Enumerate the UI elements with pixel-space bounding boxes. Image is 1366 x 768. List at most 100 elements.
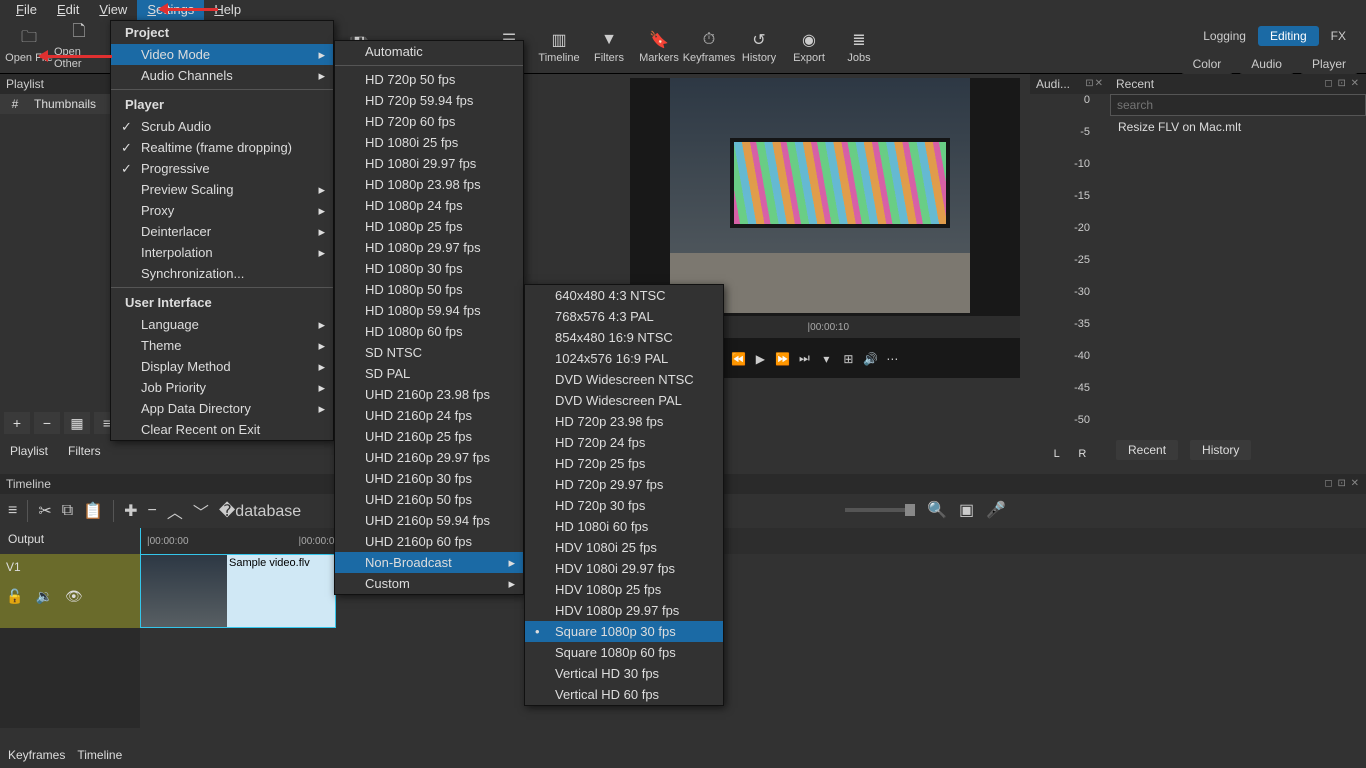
- non-broadcast-option[interactable]: 854x480 16:9 NTSC: [525, 327, 723, 348]
- video-mode-option[interactable]: HD 1080p 30 fps: [335, 258, 523, 279]
- non-broadcast-option[interactable]: HDV 1080p 29.97 fps: [525, 600, 723, 621]
- recent-item[interactable]: Resize FLV on Mac.mlt: [1110, 116, 1366, 138]
- tab-filters[interactable]: Filters: [62, 442, 107, 460]
- jobs-button[interactable]: ≣Jobs: [834, 30, 884, 64]
- zoom-slider[interactable]: [845, 508, 915, 512]
- tab-playlist[interactable]: Playlist: [4, 442, 54, 460]
- tab-fx[interactable]: FX: [1319, 26, 1358, 46]
- video-mode-option[interactable]: SD PAL: [335, 363, 523, 384]
- non-broadcast-option[interactable]: DVD Widescreen NTSC: [525, 369, 723, 390]
- menu-video-mode[interactable]: Video Mode▸: [111, 44, 333, 65]
- menu-progressive[interactable]: ✓Progressive: [111, 158, 333, 179]
- menu-synchronization[interactable]: Synchronization...: [111, 263, 333, 284]
- non-broadcast-option[interactable]: 640x480 4:3 NTSC: [525, 285, 723, 306]
- zoom-menu-icon[interactable]: ▾: [819, 352, 833, 366]
- menu-language[interactable]: Language▸: [111, 314, 333, 335]
- video-mode-option[interactable]: UHD 2160p 30 fps: [335, 468, 523, 489]
- overwrite-icon[interactable]: ﹀: [193, 499, 209, 523]
- non-broadcast-option[interactable]: HD 720p 24 fps: [525, 432, 723, 453]
- tab-audio[interactable]: Audio: [1239, 54, 1294, 74]
- menu-scrub-audio[interactable]: ✓Scrub Audio: [111, 116, 333, 137]
- preview-video[interactable]: [670, 78, 970, 313]
- tab-history[interactable]: History: [1190, 440, 1251, 460]
- hide-icon[interactable]: 👁: [65, 588, 83, 605]
- menu-job-priority[interactable]: Job Priority▸: [111, 377, 333, 398]
- non-broadcast-option[interactable]: Vertical HD 60 fps: [525, 684, 723, 705]
- output-track-header[interactable]: Output: [0, 528, 140, 554]
- playlist-remove-button[interactable]: −: [34, 412, 60, 434]
- video-mode-option[interactable]: Custom▸: [335, 573, 523, 594]
- non-broadcast-option[interactable]: HD 720p 30 fps: [525, 495, 723, 516]
- timeline-tracks[interactable]: |00:00:00 |00:00:0 Sample video.flv: [140, 528, 1366, 728]
- non-broadcast-option[interactable]: 768x576 4:3 PAL: [525, 306, 723, 327]
- tab-recent[interactable]: Recent: [1116, 440, 1178, 460]
- menu-audio-channels[interactable]: Audio Channels▸: [111, 65, 333, 86]
- grid-icon[interactable]: ⊞: [841, 352, 855, 366]
- rewind-icon[interactable]: ⏪: [731, 352, 745, 366]
- video-mode-option[interactable]: HD 1080p 60 fps: [335, 321, 523, 342]
- tab-color[interactable]: Color: [1181, 54, 1234, 74]
- zoom-in-icon[interactable]: 🔍: [927, 500, 947, 520]
- lock-icon[interactable]: 🔓: [6, 588, 23, 605]
- timeline-clip[interactable]: Sample video.flv: [140, 554, 336, 628]
- non-broadcast-option[interactable]: HD 720p 23.98 fps: [525, 411, 723, 432]
- skip-end-icon[interactable]: ⏭: [797, 351, 811, 366]
- mute-icon[interactable]: 🔉: [35, 588, 52, 605]
- tab-keyframes[interactable]: Keyframes: [8, 748, 65, 762]
- video-mode-option[interactable]: UHD 2160p 50 fps: [335, 489, 523, 510]
- append-icon[interactable]: ✚: [124, 501, 137, 521]
- non-broadcast-option[interactable]: •Square 1080p 30 fps: [525, 621, 723, 642]
- menu-deinterlacer[interactable]: Deinterlacer▸: [111, 221, 333, 242]
- non-broadcast-option[interactable]: HDV 1080i 25 fps: [525, 537, 723, 558]
- non-broadcast-option[interactable]: HD 720p 29.97 fps: [525, 474, 723, 495]
- split-icon[interactable]: �database: [219, 501, 301, 521]
- video-mode-option[interactable]: UHD 2160p 59.94 fps: [335, 510, 523, 531]
- filters-button[interactable]: ▼Filters: [584, 30, 634, 64]
- video-mode-option[interactable]: HD 720p 60 fps: [335, 111, 523, 132]
- timeline-button[interactable]: ▥Timeline: [534, 30, 584, 64]
- paste-icon[interactable]: 📋: [83, 501, 103, 521]
- menu-proxy[interactable]: Proxy▸: [111, 200, 333, 221]
- non-broadcast-option[interactable]: HDV 1080p 25 fps: [525, 579, 723, 600]
- video-mode-option[interactable]: HD 1080i 25 fps: [335, 132, 523, 153]
- video-mode-option[interactable]: UHD 2160p 23.98 fps: [335, 384, 523, 405]
- menu-app-data[interactable]: App Data Directory▸: [111, 398, 333, 419]
- copy-icon[interactable]: ⧉: [62, 502, 73, 520]
- markers-button[interactable]: 🔖Markers: [634, 30, 684, 64]
- video-mode-option[interactable]: UHD 2160p 29.97 fps: [335, 447, 523, 468]
- menu-interpolation[interactable]: Interpolation▸: [111, 242, 333, 263]
- video-mode-option[interactable]: HD 1080p 23.98 fps: [335, 174, 523, 195]
- export-button[interactable]: ◉Export: [784, 30, 834, 64]
- zoom-fit-icon[interactable]: ▣: [959, 500, 974, 520]
- video-mode-option[interactable]: UHD 2160p 24 fps: [335, 405, 523, 426]
- video-mode-option[interactable]: HD 1080p 29.97 fps: [335, 237, 523, 258]
- non-broadcast-option[interactable]: Vertical HD 30 fps: [525, 663, 723, 684]
- remove-icon[interactable]: −: [148, 502, 157, 520]
- playlist-add-button[interactable]: +: [4, 412, 30, 434]
- menu-realtime[interactable]: ✓Realtime (frame dropping): [111, 137, 333, 158]
- video-mode-option[interactable]: HD 720p 50 fps: [335, 69, 523, 90]
- menu-file[interactable]: File: [6, 0, 47, 20]
- video-mode-option[interactable]: SD NTSC: [335, 342, 523, 363]
- recent-search-input[interactable]: [1110, 94, 1366, 116]
- hamburger-icon[interactable]: ≡: [8, 502, 17, 520]
- forward-icon[interactable]: ⏩: [775, 352, 789, 366]
- open-other-button[interactable]: 🗋Open Other: [54, 24, 104, 70]
- tab-logging[interactable]: Logging: [1191, 26, 1258, 46]
- video-mode-option[interactable]: HD 1080i 29.97 fps: [335, 153, 523, 174]
- track-v1-header[interactable]: V1 🔓 🔉 👁: [0, 554, 140, 628]
- video-mode-option[interactable]: HD 1080p 50 fps: [335, 279, 523, 300]
- video-mode-option[interactable]: HD 1080p 59.94 fps: [335, 300, 523, 321]
- video-mode-option[interactable]: Automatic: [335, 41, 523, 62]
- play-icon[interactable]: ▶: [753, 352, 767, 366]
- video-mode-option[interactable]: HD 1080p 24 fps: [335, 195, 523, 216]
- non-broadcast-option[interactable]: 1024x576 16:9 PAL: [525, 348, 723, 369]
- volume-icon[interactable]: 🔊: [863, 352, 877, 366]
- tab-player[interactable]: Player: [1300, 54, 1358, 74]
- menu-clear-recent[interactable]: Clear Recent on Exit: [111, 419, 333, 440]
- video-mode-option[interactable]: UHD 2160p 60 fps: [335, 531, 523, 552]
- tab-timeline[interactable]: Timeline: [77, 748, 122, 762]
- history-button[interactable]: ↺History: [734, 30, 784, 64]
- record-audio-icon[interactable]: 🎤: [986, 500, 1006, 520]
- video-mode-option[interactable]: Non-Broadcast▸: [335, 552, 523, 573]
